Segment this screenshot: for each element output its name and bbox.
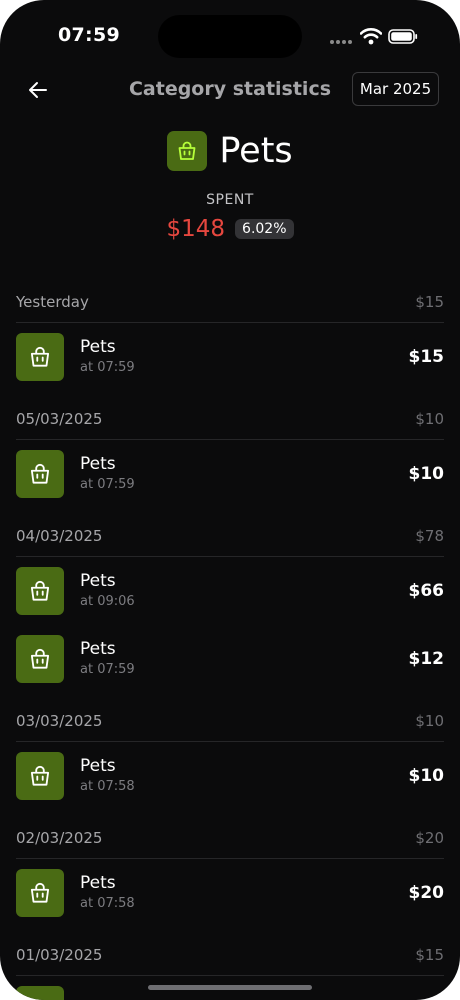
transaction-info: Pets at 07:59 <box>80 639 409 679</box>
shopping-bag-icon <box>16 567 64 615</box>
shopping-bag-icon <box>16 333 64 381</box>
transaction-info: Pets at 07:58 <box>80 873 409 913</box>
category-name: Pets <box>219 131 293 171</box>
group-total: $15 <box>415 946 444 964</box>
battery-icon <box>388 29 418 44</box>
shopping-bag-icon <box>16 635 64 683</box>
group-date: 02/03/2025 <box>16 829 103 847</box>
transaction-row[interactable]: Pets at 07:59 $10 <box>16 440 444 508</box>
group-date: 04/03/2025 <box>16 527 103 545</box>
transaction-time: at 07:59 <box>80 477 135 492</box>
group-total: $10 <box>415 410 444 428</box>
group-total: $20 <box>415 829 444 847</box>
transaction-amount: $66 <box>408 581 445 601</box>
date-group-header: 01/03/2025 $15 <box>16 935 444 976</box>
group-total: $78 <box>415 527 444 545</box>
group-date: 01/03/2025 <box>16 946 103 964</box>
transaction-row[interactable]: Pets at 09:06 $66 <box>16 557 444 625</box>
percentage-badge: 6.02% <box>235 219 294 239</box>
transaction-name: Pets <box>80 639 116 659</box>
transaction-list: Yesterday $15 Pets at 07:59 $15 05/03/2025 $10… <box>16 282 444 1000</box>
transaction-name: Pets <box>80 454 116 474</box>
date-group-header: Yesterday $15 <box>16 282 444 323</box>
transaction-amount: $15 <box>408 347 445 367</box>
transaction-row[interactable]: Pets at 07:59 $15 <box>16 323 444 391</box>
phone-screen: 07:59 Category statistics Mar 2025 Pets … <box>0 0 460 1000</box>
transaction-amount: $12 <box>408 649 445 669</box>
transaction-row[interactable]: Pets at 07:58 $20 <box>16 859 444 927</box>
group-total: $10 <box>415 712 444 730</box>
transaction-amount: $10 <box>408 766 445 786</box>
shopping-bag-icon <box>16 450 64 498</box>
spent-amount: $148 <box>166 216 226 242</box>
shopping-bag-icon <box>16 986 64 1000</box>
transaction-name: Pets <box>80 337 116 357</box>
transaction-info: Pets at 09:06 <box>80 571 409 611</box>
transaction-info: Pets at 07:59 <box>80 337 409 377</box>
date-group-header: 02/03/2025 $20 <box>16 818 444 859</box>
transaction-name: Pets <box>80 873 116 893</box>
status-time: 07:59 <box>58 24 120 46</box>
top-bar: Category statistics Mar 2025 <box>0 70 460 110</box>
shopping-bag-icon <box>16 752 64 800</box>
category-header: Pets <box>0 126 460 176</box>
spent-label: SPENT <box>206 192 254 208</box>
shopping-bag-icon <box>167 131 208 171</box>
wifi-icon <box>360 28 382 45</box>
group-total: $15 <box>415 293 444 311</box>
transaction-time: at 07:58 <box>80 779 135 794</box>
shopping-bag-icon <box>16 869 64 917</box>
transaction-info: Pets at 07:59 <box>80 454 409 494</box>
month-selector-button[interactable]: Mar 2025 <box>352 72 439 106</box>
date-group-header: 03/03/2025 $10 <box>16 701 444 742</box>
transaction-amount: $10 <box>408 464 445 484</box>
transaction-time: at 07:59 <box>80 360 135 375</box>
home-indicator[interactable] <box>148 985 312 990</box>
transaction-row[interactable]: Pets at 07:58 $10 <box>16 742 444 810</box>
group-date: Yesterday <box>16 293 89 311</box>
transaction-row[interactable]: Pets at 07:59 $12 <box>16 625 444 693</box>
transaction-time: at 09:06 <box>80 594 135 609</box>
transaction-info: Pets at 07:58 <box>80 756 409 796</box>
dynamic-island <box>158 15 302 58</box>
group-date: 05/03/2025 <box>16 410 103 428</box>
cellular-signal-icon <box>330 40 352 44</box>
transaction-time: at 07:58 <box>80 896 135 911</box>
transaction-name: Pets <box>80 571 116 591</box>
spent-summary: $148 6.02% <box>0 216 460 242</box>
status-bar: 07:59 <box>0 0 460 70</box>
group-date: 03/03/2025 <box>16 712 103 730</box>
transaction-name: Pets <box>80 756 116 776</box>
transaction-time: at 07:59 <box>80 662 135 677</box>
date-group-header: 04/03/2025 $78 <box>16 516 444 557</box>
date-group-header: 05/03/2025 $10 <box>16 399 444 440</box>
transaction-amount: $20 <box>408 883 445 903</box>
